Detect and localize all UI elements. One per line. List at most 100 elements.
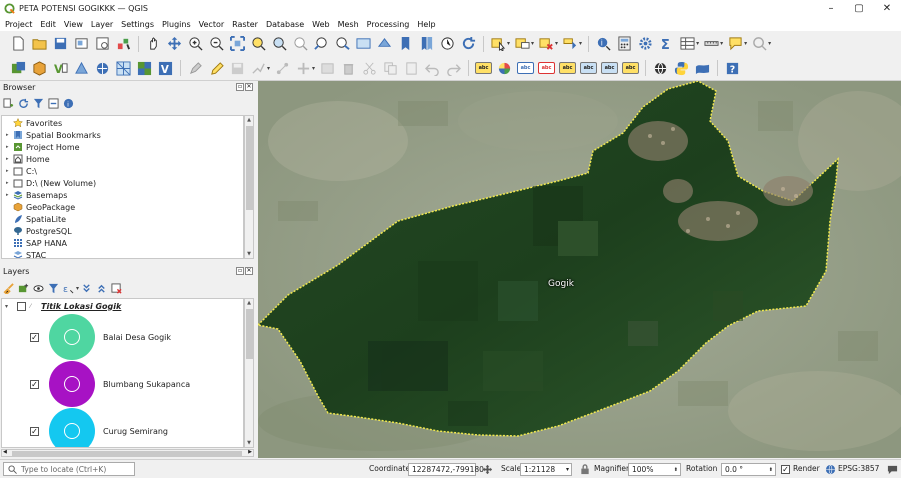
add-virtual-layer-button[interactable]: V bbox=[157, 60, 174, 77]
browser-item-basemaps[interactable]: ▸ Basemaps bbox=[2, 189, 67, 201]
zoom-out-button[interactable] bbox=[208, 35, 225, 52]
rotation-spinbox[interactable]: 0.0 ° ⬍ bbox=[721, 463, 776, 476]
select-all-button[interactable] bbox=[562, 35, 579, 52]
zoom-full-button[interactable] bbox=[229, 35, 246, 52]
deselect-all-button[interactable] bbox=[538, 35, 555, 52]
map-tips-dropdown-icon[interactable]: ▾ bbox=[744, 40, 747, 47]
menu-mesh[interactable]: Mesh bbox=[338, 20, 359, 29]
collapse-all-icon[interactable] bbox=[48, 97, 59, 109]
zoom-native-button[interactable] bbox=[292, 35, 309, 52]
collapse-all-layers-icon[interactable] bbox=[96, 283, 107, 294]
layers-scroll-thumb[interactable] bbox=[246, 309, 253, 359]
identify-select-button[interactable] bbox=[490, 35, 507, 52]
redo-button[interactable] bbox=[445, 60, 462, 77]
pan-map-button[interactable] bbox=[145, 35, 162, 52]
map-tips-button[interactable] bbox=[727, 35, 744, 52]
new-print-layout-button[interactable] bbox=[73, 35, 90, 52]
scale-combobox[interactable]: 1:21128 ▾ bbox=[520, 463, 572, 476]
crs-globe-icon[interactable] bbox=[825, 464, 836, 475]
field-calculator-button[interactable] bbox=[616, 35, 633, 52]
map-canvas[interactable]: Gogik bbox=[258, 81, 901, 458]
toggle-editing-button[interactable] bbox=[208, 60, 225, 77]
digitize-options-button[interactable] bbox=[295, 60, 312, 77]
menu-database[interactable]: Database bbox=[266, 20, 304, 29]
menu-edit[interactable]: Edit bbox=[40, 20, 56, 29]
rotation-spin-icon[interactable]: ⬍ bbox=[769, 467, 773, 473]
rotate-label-button[interactable]: abc bbox=[601, 62, 619, 74]
enable-properties-icon[interactable]: i bbox=[63, 98, 74, 109]
new-map-view-button[interactable] bbox=[355, 35, 372, 52]
zoom-last-button[interactable] bbox=[313, 35, 330, 52]
plugin-globe-button[interactable] bbox=[652, 60, 669, 77]
menu-vector[interactable]: Vector bbox=[199, 20, 225, 29]
digitize-line-button[interactable] bbox=[250, 60, 267, 77]
locator-search-button[interactable] bbox=[751, 35, 768, 52]
move-label-button[interactable]: abc bbox=[580, 62, 598, 74]
close-button[interactable]: ✕ bbox=[873, 0, 901, 17]
pan-to-selection-button[interactable] bbox=[166, 35, 183, 52]
crs-label[interactable]: EPSG:3857 bbox=[838, 464, 879, 473]
layer-curug-semirang[interactable]: ✓ Curug Semirang bbox=[30, 408, 168, 447]
identify-features-button[interactable]: i bbox=[595, 35, 612, 52]
attribute-table-button[interactable] bbox=[679, 35, 696, 52]
highlight-pinned-labels-button[interactable]: abc bbox=[517, 62, 535, 74]
browser-item-sap-hana[interactable]: SAP HANA bbox=[2, 237, 67, 249]
menu-view[interactable]: View bbox=[64, 20, 83, 29]
layers-hscroll-thumb[interactable] bbox=[12, 451, 242, 456]
filter-by-expression-icon[interactable]: ε bbox=[63, 283, 74, 294]
scroll-right-icon[interactable]: ▶ bbox=[248, 449, 252, 455]
browser-scroll-thumb[interactable] bbox=[246, 126, 253, 210]
menu-project[interactable]: Project bbox=[5, 20, 32, 29]
layers-float-button[interactable]: ▫ bbox=[236, 267, 244, 275]
filter-legend-icon[interactable] bbox=[48, 283, 59, 294]
coordinate-toggle-icon[interactable] bbox=[482, 464, 493, 475]
maximize-button[interactable]: ▢ bbox=[845, 0, 873, 17]
plugin-metasearch-button[interactable] bbox=[694, 60, 711, 77]
filter-browser-icon[interactable] bbox=[33, 98, 44, 109]
scroll-down-icon[interactable]: ▼ bbox=[245, 439, 253, 447]
browser-item-d-drive[interactable]: ▸ D:\ (New Volume) bbox=[2, 177, 96, 189]
select-by-value-button[interactable] bbox=[514, 35, 531, 52]
browser-item-favorites[interactable]: Favorites bbox=[2, 117, 62, 129]
lock-icon[interactable] bbox=[580, 464, 590, 475]
layer-group-titik-lokasi[interactable]: ▾ ⁄ Titik Lokasi Gogik bbox=[5, 301, 121, 311]
render-checkbox[interactable]: ✓ bbox=[781, 465, 790, 474]
scroll-up-icon[interactable]: ▲ bbox=[245, 116, 253, 124]
deselect-dropdown-icon[interactable]: ▾ bbox=[555, 40, 558, 47]
menu-processing[interactable]: Processing bbox=[367, 20, 410, 29]
menu-help[interactable]: Help bbox=[417, 20, 435, 29]
scroll-up-icon[interactable]: ▲ bbox=[245, 299, 253, 307]
layer-diagram-button[interactable] bbox=[496, 60, 513, 77]
menu-raster[interactable]: Raster bbox=[232, 20, 258, 29]
style-manager-button[interactable] bbox=[115, 35, 132, 52]
browser-item-home[interactable]: ▸ Home bbox=[2, 153, 50, 165]
copy-features-button[interactable] bbox=[382, 60, 399, 77]
select-dropdown-icon[interactable]: ▾ bbox=[507, 40, 510, 47]
menu-plugins[interactable]: Plugins bbox=[162, 20, 191, 29]
current-edits-button[interactable] bbox=[187, 60, 204, 77]
menu-settings[interactable]: Settings bbox=[121, 20, 154, 29]
locator-dropdown-icon[interactable]: ▾ bbox=[768, 40, 771, 47]
layers-close-button[interactable]: ✕ bbox=[245, 267, 253, 275]
data-source-manager-button[interactable] bbox=[10, 60, 27, 77]
locator-input[interactable]: Type to locate (Ctrl+K) bbox=[3, 462, 135, 476]
browser-close-button[interactable]: ✕ bbox=[245, 83, 253, 91]
magnifier-spin-icon[interactable]: ⬍ bbox=[674, 467, 678, 473]
browser-item-spatial-bookmarks[interactable]: ▸ Spatial Bookmarks bbox=[2, 129, 101, 141]
delete-selected-button[interactable] bbox=[340, 60, 357, 77]
new-project-button[interactable] bbox=[10, 35, 27, 52]
add-raster-layer-button[interactable] bbox=[136, 60, 153, 77]
statistical-summary-button[interactable]: Σ bbox=[658, 35, 675, 52]
remove-layer-icon[interactable] bbox=[111, 282, 122, 294]
manage-visibility-icon[interactable] bbox=[33, 283, 44, 294]
vertex-tool-button[interactable] bbox=[274, 60, 291, 77]
cut-features-button[interactable] bbox=[361, 60, 378, 77]
layer-visibility-checkbox[interactable]: ✓ bbox=[30, 426, 39, 436]
select-value-dropdown-icon[interactable]: ▾ bbox=[531, 40, 534, 47]
show-hide-labels-button[interactable]: abc bbox=[559, 62, 577, 74]
group-visibility-checkbox[interactable] bbox=[17, 301, 26, 311]
new-bookmark-button[interactable] bbox=[397, 35, 414, 52]
add-selected-layers-icon[interactable] bbox=[3, 97, 14, 109]
save-edits-button[interactable] bbox=[229, 60, 246, 77]
zoom-in-button[interactable] bbox=[187, 35, 204, 52]
